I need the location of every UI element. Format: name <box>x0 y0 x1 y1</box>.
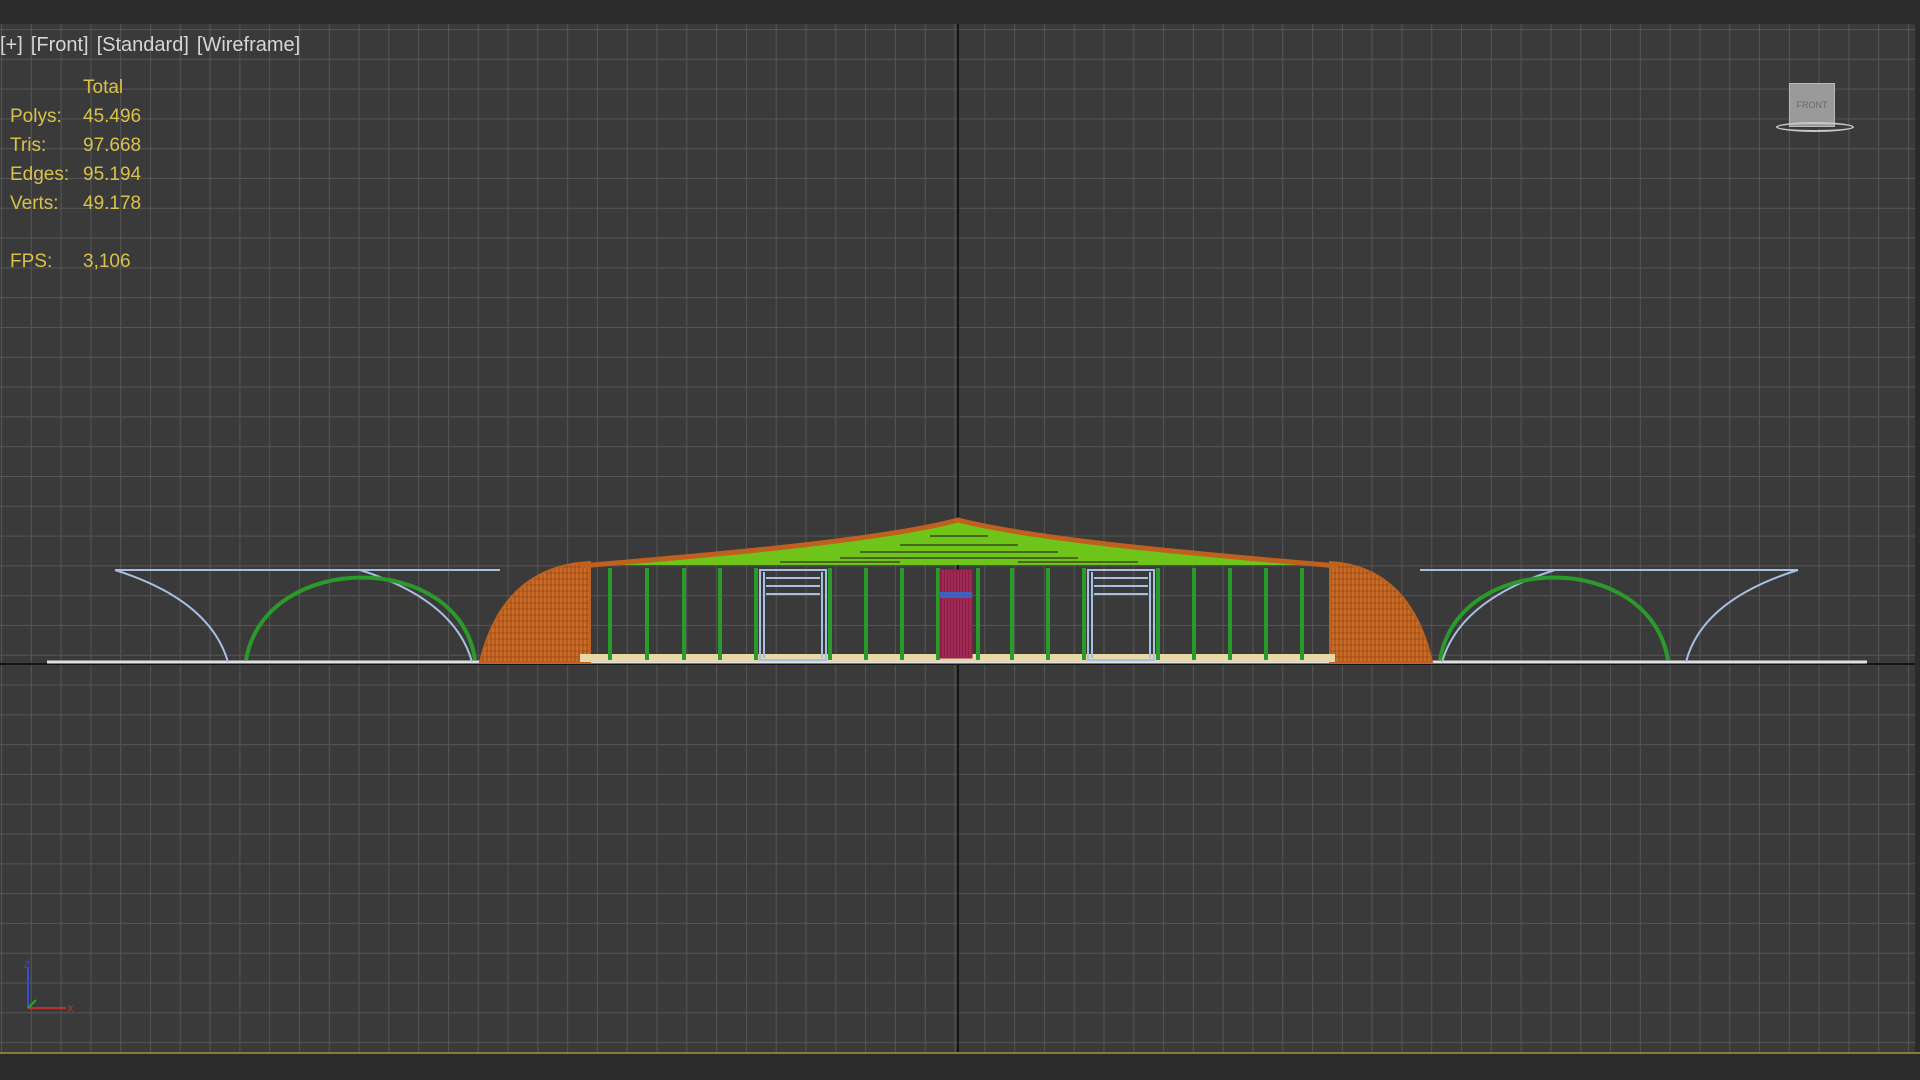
left-green-arch <box>244 575 477 661</box>
left-canopy-frame <box>114 569 500 663</box>
right-green-arch <box>1438 575 1670 661</box>
left-door-frame <box>759 569 827 661</box>
axis-tripod-y-line <box>27 999 37 1009</box>
right-canopy-frame <box>1420 569 1799 663</box>
axis-tripod-z-label: Z <box>24 960 30 971</box>
left-orange-dome <box>478 560 591 663</box>
axis-tripod-x-label: X <box>67 1004 74 1015</box>
right-door-frame <box>1087 569 1155 661</box>
central-door <box>939 569 973 659</box>
building-wireframe-model[interactable] <box>0 0 1920 1080</box>
right-orange-dome <box>1329 560 1434 663</box>
axis-tripod: Z X <box>24 960 74 1015</box>
central-door-panel <box>940 592 972 598</box>
